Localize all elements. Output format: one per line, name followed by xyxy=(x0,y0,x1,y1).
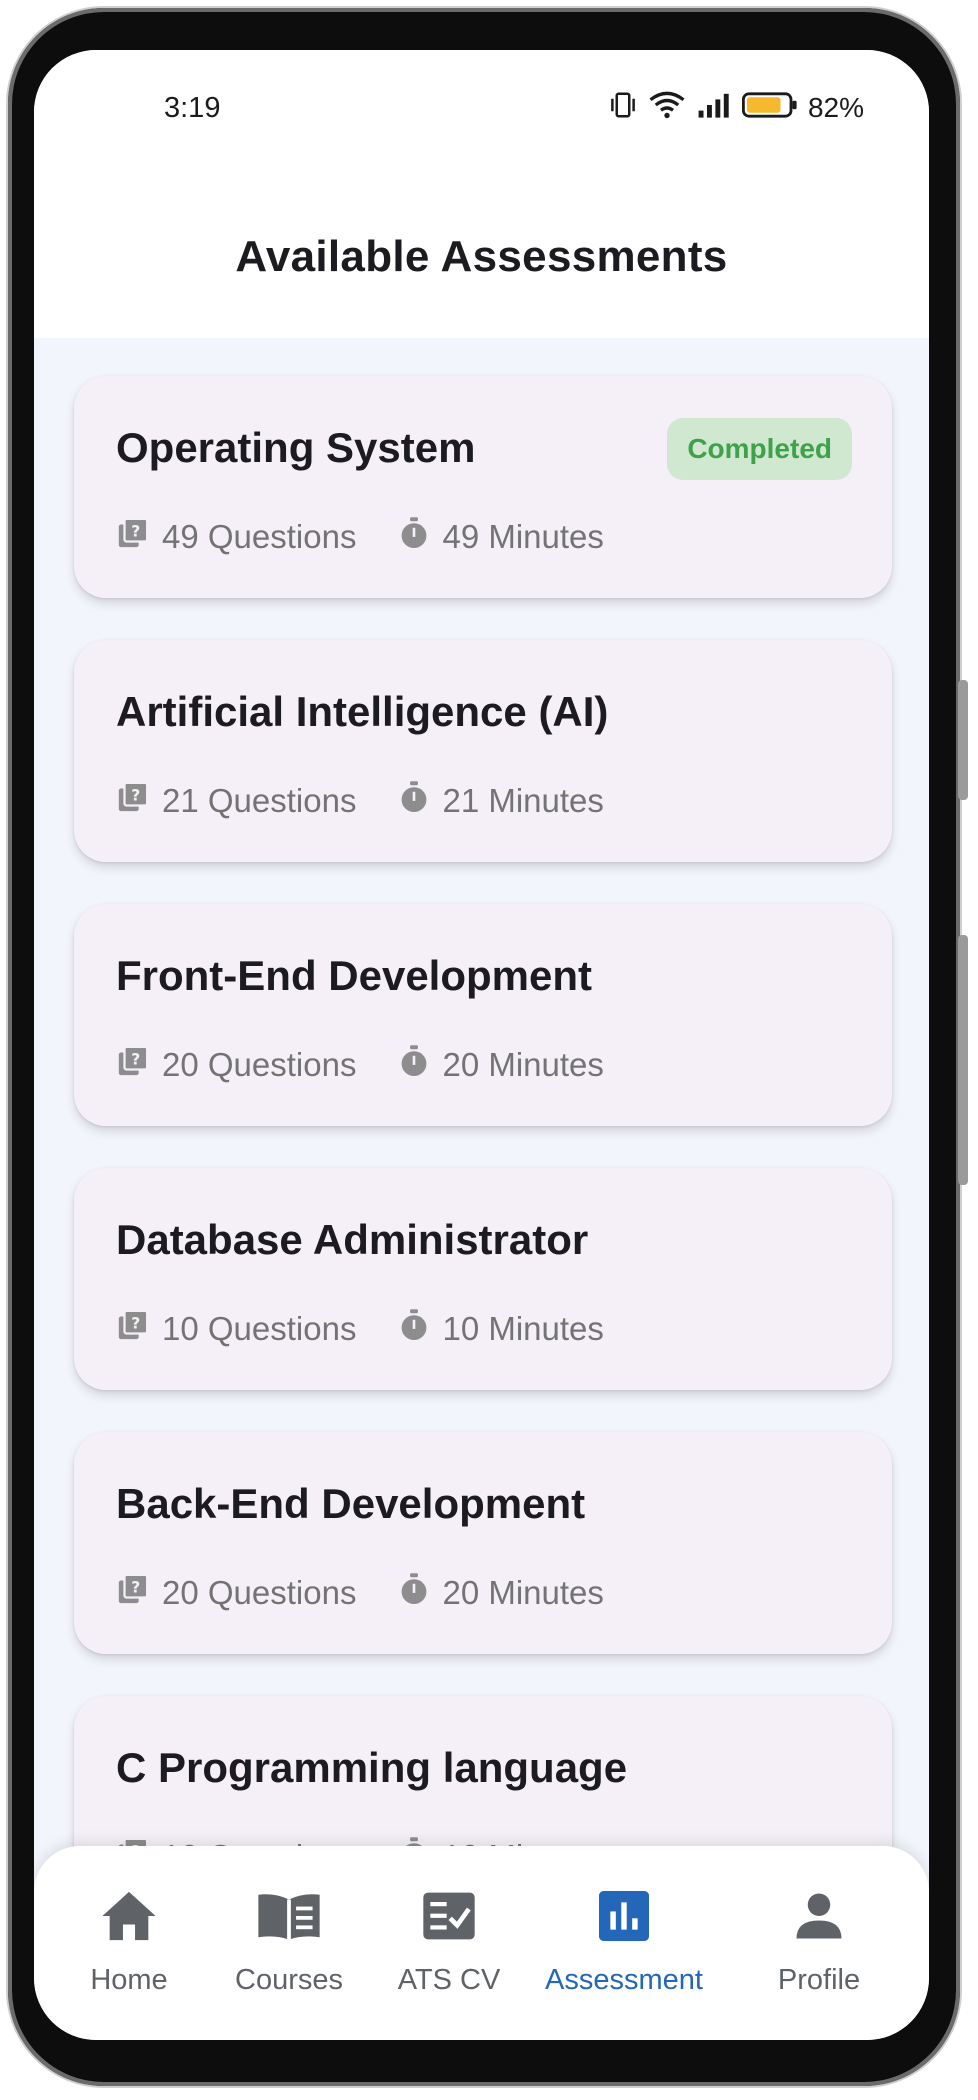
assessment-meta: ? 49 Questions 49 Minutes xyxy=(116,516,604,558)
question-count: 21 Questions xyxy=(162,782,357,819)
assessment-title: C Programming language xyxy=(116,1744,628,1791)
timer-icon xyxy=(398,1044,442,1086)
duration-info: 21 Minutes xyxy=(398,780,604,822)
duration-info: 10 Minutes xyxy=(398,1308,604,1350)
phone-side-button-lower xyxy=(958,935,968,1185)
svg-text:?: ? xyxy=(131,1579,140,1597)
timer-icon xyxy=(398,516,442,558)
status-time: 3:19 xyxy=(164,92,221,124)
assessment-title: Artificial Intelligence (AI) xyxy=(116,688,609,735)
battery-icon xyxy=(741,90,798,125)
duration: 21 Minutes xyxy=(442,782,604,819)
svg-text:?: ? xyxy=(131,787,140,805)
assessment-meta: ? 21 Questions 21 Minutes xyxy=(116,780,604,822)
questions-info: ? 10 Questions xyxy=(116,1308,356,1350)
question-count: 20 Questions xyxy=(162,1574,357,1611)
home-icon xyxy=(100,1888,158,1944)
assessment-title: Front-End Development xyxy=(116,952,593,999)
wifi-icon xyxy=(648,90,686,125)
duration: 20 Minutes xyxy=(442,1574,604,1611)
svg-text:?: ? xyxy=(131,1315,140,1333)
status-badge: Completed xyxy=(667,418,852,480)
duration-info: 20 Minutes xyxy=(398,1572,604,1614)
question-count: 20 Questions xyxy=(162,1046,357,1083)
nav-label: ATS CV xyxy=(397,1964,501,1996)
duration: 10 Minutes xyxy=(442,1310,604,1347)
questions-info: ? 21 Questions xyxy=(116,780,356,822)
assessment-meta: ? 20 Questions 20 Minutes xyxy=(116,1572,604,1614)
nav-label: Home xyxy=(90,1964,168,1996)
person-icon xyxy=(792,1888,846,1944)
quiz-icon: ? xyxy=(116,1044,162,1086)
phone-side-button-upper xyxy=(958,680,968,800)
question-count: 49 Questions xyxy=(162,518,357,555)
duration: 49 Minutes xyxy=(442,518,604,555)
svg-text:?: ? xyxy=(131,1051,140,1069)
svg-text:?: ? xyxy=(131,523,140,541)
checklist-icon xyxy=(421,1888,477,1944)
assessment-title: Operating System xyxy=(116,424,476,471)
nav-item-courses[interactable]: Courses xyxy=(209,1846,369,2040)
nav-item-ats-cv[interactable]: ATS CV xyxy=(374,1846,524,2040)
book-icon xyxy=(256,1888,322,1944)
assessment-card[interactable]: Front-End Development ? 20 Questions 20 … xyxy=(74,904,892,1126)
quiz-icon: ? xyxy=(116,1308,162,1350)
status-bar: 3:19 82% xyxy=(34,50,929,170)
status-icons: 82% xyxy=(608,90,864,125)
assessment-meta: ? 20 Questions 20 Minutes xyxy=(116,1044,604,1086)
assessment-title: Back-End Development xyxy=(116,1480,586,1527)
question-count: 10 Questions xyxy=(162,1310,357,1347)
assessment-card[interactable]: Artificial Intelligence (AI) ? 21 Questi… xyxy=(74,640,892,862)
duration-info: 49 Minutes xyxy=(398,516,604,558)
nav-item-assessment[interactable]: Assessment xyxy=(534,1846,714,2040)
duration-info: 20 Minutes xyxy=(398,1044,604,1086)
timer-icon xyxy=(398,1308,442,1350)
assessment-card[interactable]: Back-End Development ? 20 Questions 20 M… xyxy=(74,1432,892,1654)
nav-item-profile[interactable]: Profile xyxy=(744,1846,894,2040)
quiz-icon: ? xyxy=(116,1572,162,1614)
questions-info: ? 49 Questions xyxy=(116,516,356,558)
duration: 20 Minutes xyxy=(442,1046,604,1083)
questions-info: ? 20 Questions xyxy=(116,1044,356,1086)
nav-label: Assessment xyxy=(545,1964,703,1996)
nav-label: Courses xyxy=(235,1964,343,1996)
battery-percentage: 82% xyxy=(807,91,864,123)
quiz-icon: ? xyxy=(116,780,162,822)
timer-icon xyxy=(398,1572,442,1614)
assessment-meta: ? 10 Questions 10 Minutes xyxy=(116,1308,604,1350)
assessment-title: Database Administrator xyxy=(116,1216,589,1263)
chart-icon xyxy=(599,1888,649,1944)
assessment-card[interactable]: Operating System Completed ? 49 Question… xyxy=(74,376,892,598)
page-title: Available Assessments xyxy=(235,232,728,281)
app-screen: 3:19 82% Available Assessments Operating… xyxy=(34,50,929,2040)
signal-icon xyxy=(696,91,732,124)
bottom-navigation: Home Courses ATS CV Assessment Profile xyxy=(34,1846,929,2040)
timer-icon xyxy=(398,780,442,822)
nav-item-home[interactable]: Home xyxy=(54,1846,204,2040)
assessment-card[interactable]: Database Administrator ? 10 Questions 10… xyxy=(74,1168,892,1390)
page-header: Available Assessments xyxy=(34,170,929,338)
vibrate-icon xyxy=(608,90,638,125)
quiz-icon: ? xyxy=(116,516,162,558)
questions-info: ? 20 Questions xyxy=(116,1572,356,1614)
nav-label: Profile xyxy=(777,1964,861,1996)
